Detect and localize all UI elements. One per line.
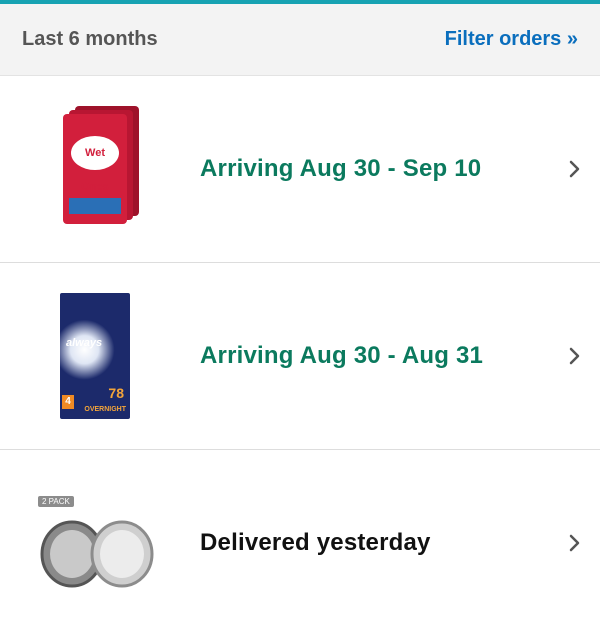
product-count: 78 (108, 385, 124, 401)
chevron-right-icon (569, 160, 580, 178)
chevron-right-icon (569, 534, 580, 552)
order-status: Arriving Aug 30 - Aug 31 (200, 342, 484, 369)
product-brand: always (66, 337, 103, 349)
filter-bar: Last 6 months Filter orders » (0, 4, 600, 76)
order-row[interactable]: 2 PACK Delivered yesterday (0, 450, 600, 636)
product-image: 2 PACK (30, 468, 160, 618)
pack-tag: 2 PACK (38, 496, 74, 507)
filter-orders-link[interactable]: Filter orders » (445, 28, 578, 51)
orders-list: Wet Ones Arriving Aug 30 - Sep 10 always… (0, 76, 600, 636)
chevron-right-icon (569, 347, 580, 365)
order-status: Arriving Aug 30 - Sep 10 (200, 155, 482, 182)
pads-package-image: always 4 78 OVERNIGHT (60, 293, 130, 419)
product-image: always 4 78 OVERNIGHT (30, 281, 160, 431)
product-sub-label: OVERNIGHT (84, 406, 126, 413)
wet-wipes-package-image: Wet Ones (63, 114, 127, 224)
product-logo: Wet Ones (71, 136, 119, 193)
phone-ring-holder-image: 2 PACK (30, 488, 160, 598)
order-row[interactable]: always 4 78 OVERNIGHT Arriving Aug 30 - … (0, 263, 600, 450)
product-size-badge: 4 (62, 395, 74, 409)
product-image: Wet Ones (30, 94, 160, 244)
order-row[interactable]: Wet Ones Arriving Aug 30 - Sep 10 (0, 76, 600, 263)
time-period-label: Last 6 months (22, 28, 158, 50)
order-status: Delivered yesterday (200, 529, 431, 556)
